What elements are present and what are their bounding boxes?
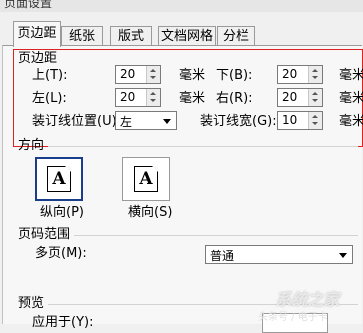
decrement-icon[interactable]	[150, 99, 156, 102]
pages-divider	[74, 235, 358, 236]
bottom-margin-label: 下(B):	[216, 68, 253, 83]
bottom-margin-unit: 毫米	[339, 68, 363, 83]
left-margin-unit: 毫米	[179, 91, 206, 106]
portrait-page-icon: A	[47, 166, 71, 192]
chevron-down-icon[interactable]	[339, 253, 347, 258]
landscape-page-icon: A	[134, 166, 158, 192]
left-margin-stepper[interactable]	[146, 89, 160, 106]
top-margin-spinner[interactable]: 20	[115, 65, 161, 84]
tab-margins[interactable]: 页边距	[13, 21, 61, 47]
right-margin-spinner[interactable]: 20	[277, 88, 323, 107]
multiple-pages-value[interactable]: 普通	[210, 247, 234, 264]
decrement-icon[interactable]	[312, 122, 318, 125]
tab-paper[interactable]: 纸张	[61, 26, 103, 46]
tab-layout[interactable]: 版式	[110, 26, 152, 46]
increment-icon[interactable]	[312, 92, 318, 95]
orientation-group-label: 方向	[18, 138, 45, 153]
increment-icon[interactable]	[150, 92, 156, 95]
left-margin-label: 左(L):	[32, 91, 67, 106]
landscape-button[interactable]: A	[122, 157, 170, 201]
gutter-position-value[interactable]: 左	[120, 113, 132, 130]
decrement-icon[interactable]	[312, 76, 318, 79]
decrement-icon[interactable]	[150, 76, 156, 79]
gutter-stepper[interactable]	[308, 112, 322, 129]
title-bar: 页面设置	[0, 0, 363, 12]
portrait-label[interactable]: 纵向(P)	[40, 204, 84, 222]
gutter-label: 装订线宽(G):	[200, 114, 277, 129]
increment-icon[interactable]	[312, 69, 318, 72]
right-margin-label: 右(R):	[216, 91, 253, 106]
window-title: 页面设置	[4, 0, 53, 10]
top-margin-label: 上(T):	[32, 68, 68, 83]
gutter-unit: 毫米	[339, 114, 363, 129]
preview-group-label: 预览	[18, 296, 45, 311]
margins-group-label: 页边距	[18, 51, 58, 66]
right-margin-stepper[interactable]	[308, 89, 322, 106]
watermark-caption: 头条号 / 电子卡	[258, 312, 328, 323]
left-margin-value[interactable]: 20	[120, 90, 135, 104]
tab-document-grid[interactable]: 文档网格	[158, 26, 216, 46]
tab-columns[interactable]: 分栏	[217, 26, 255, 46]
portrait-button[interactable]: A	[35, 157, 83, 201]
increment-icon[interactable]	[312, 115, 318, 118]
apply-to-label: 应用于(Y):	[32, 315, 94, 330]
increment-icon[interactable]	[150, 69, 156, 72]
chevron-down-icon[interactable]	[163, 119, 171, 124]
bottom-margin-spinner[interactable]: 20	[277, 65, 323, 84]
bottom-margin-value[interactable]: 20	[282, 67, 297, 81]
watermark-brand: 系统之家	[274, 290, 343, 309]
left-margin-spinner[interactable]: 20	[115, 88, 161, 107]
pages-group-label: 页码范围	[18, 227, 71, 242]
top-margin-value[interactable]: 20	[120, 67, 135, 81]
right-margin-value[interactable]: 20	[282, 90, 297, 104]
bottom-margin-stepper[interactable]	[308, 66, 322, 83]
gutter-position-label: 装订线位置(U):	[32, 114, 122, 129]
multiple-pages-label: 多页(M):	[35, 246, 87, 261]
right-margin-unit: 毫米	[339, 91, 363, 106]
gutter-spinner[interactable]: 10	[277, 111, 323, 130]
landscape-label[interactable]: 横向(S)	[128, 204, 172, 222]
tab-strip: 页边距 纸张 版式 文档网格 分栏	[0, 12, 363, 47]
top-margin-unit: 毫米	[179, 68, 206, 83]
orientation-divider	[48, 146, 358, 147]
multiple-pages-select[interactable]: 普通	[205, 245, 353, 264]
gutter-position-select[interactable]: 左	[115, 111, 177, 130]
top-margin-stepper[interactable]	[146, 66, 160, 83]
gutter-value[interactable]: 10	[282, 113, 297, 127]
decrement-icon[interactable]	[312, 99, 318, 102]
